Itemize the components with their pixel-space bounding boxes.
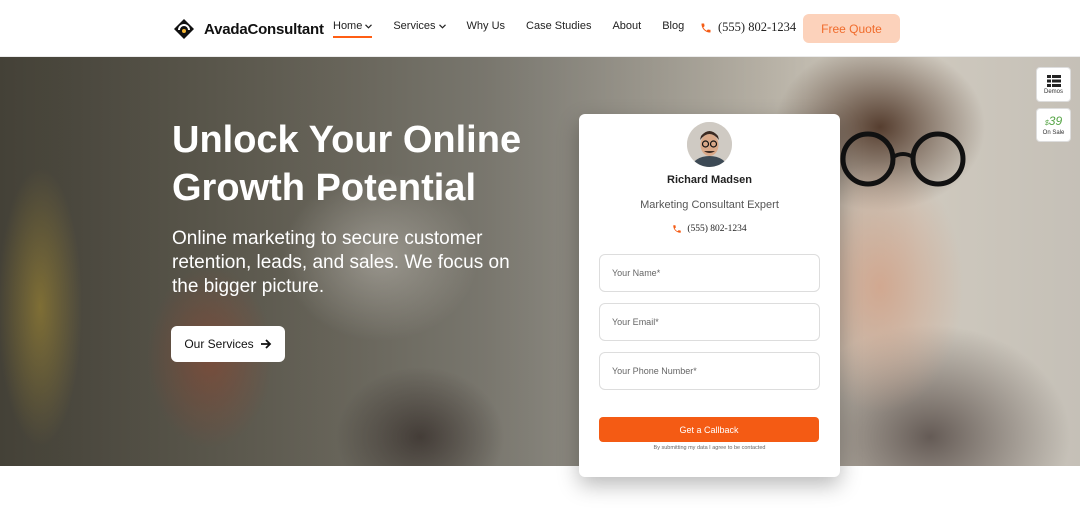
nav-label: Blog [662, 20, 685, 32]
nav-label: Why Us [466, 20, 506, 32]
consultant-phone-number: (555) 802-1234 [687, 224, 747, 234]
grid-icon [1046, 74, 1061, 87]
header-phone[interactable]: (555) 802-1234 [700, 20, 796, 35]
demos-label: Demos [1043, 88, 1063, 95]
our-services-label: Our Services [184, 337, 254, 351]
name-field[interactable] [599, 254, 820, 292]
phone-icon [701, 23, 711, 32]
callback-form-card: Richard Madsen Marketing Consultant Expe… [579, 114, 840, 477]
consultant-photo [687, 122, 732, 167]
consent-text: By submitting my data I agree to be cont… [653, 445, 766, 451]
on-sale-label: On Sale [1042, 129, 1065, 136]
demos-widget[interactable]: Demos [1036, 67, 1071, 102]
nav-label: Case Studies [526, 20, 592, 32]
consultant-name: Richard Madsen [667, 174, 752, 186]
free-quote-button[interactable]: Free Quote [803, 14, 900, 43]
main-nav: Home Services Why Us Case Studies About … [333, 20, 684, 38]
nav-item-why-us[interactable]: Why Us [467, 20, 506, 38]
phone-field[interactable] [599, 352, 820, 390]
chevron-down-icon [365, 23, 373, 29]
nav-item-home[interactable]: Home [333, 20, 373, 38]
phone-number: (555) 802-1234 [718, 20, 797, 34]
avatar [687, 122, 732, 167]
hero-photo-detail [840, 131, 966, 187]
nav-label: About [612, 20, 642, 32]
sale-price: $39 [1045, 115, 1062, 130]
nav-item-case-studies[interactable]: Case Studies [526, 20, 591, 38]
hero-title: Unlock Your Online Growth Potential [172, 119, 522, 209]
hero-subtitle: Online marketing to secure customer rete… [172, 228, 510, 297]
nav-item-blog[interactable]: Blog [662, 20, 684, 38]
nav-item-services[interactable]: Services [393, 20, 446, 38]
email-field[interactable] [599, 303, 820, 341]
nav-item-about[interactable]: About [612, 20, 641, 38]
sale-amount: 39 [1048, 113, 1063, 128]
nav-label: Services [393, 20, 436, 32]
chevron-down-icon [438, 23, 446, 29]
brand-logo[interactable]: AvadaConsultant [172, 17, 324, 41]
consultant-role: Marketing Consultant Expert [640, 199, 779, 211]
phone-icon [673, 225, 682, 233]
get-callback-button[interactable]: Get a Callback [599, 417, 819, 442]
our-services-button[interactable]: Our Services [171, 326, 285, 362]
brand-name: AvadaConsultant [204, 20, 324, 38]
arrow-right-icon [260, 339, 271, 349]
nav-label: Home [333, 20, 363, 32]
site-header: AvadaConsultant Home Services Why Us Cas… [0, 0, 1080, 57]
consultant-phone[interactable]: (555) 802-1234 [579, 224, 840, 234]
on-sale-widget[interactable]: $39 On Sale [1036, 108, 1071, 142]
hero-section: Unlock Your Online Growth Potential Onli… [0, 57, 1080, 466]
logo-icon [174, 19, 194, 39]
